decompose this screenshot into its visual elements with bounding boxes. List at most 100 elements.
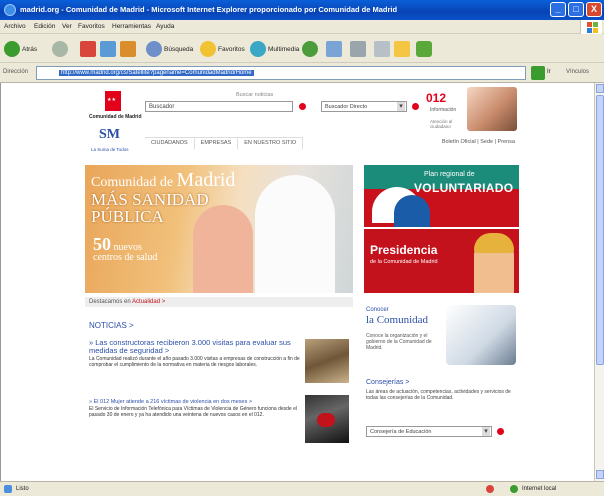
back-button[interactable]: Atrás <box>4 39 37 59</box>
conocer-box: Conocer la Comunidad Conoce la organizac… <box>364 299 519 449</box>
search-go-icon[interactable] <box>299 103 306 110</box>
zone-text: Internet local <box>522 486 557 492</box>
mail-button[interactable] <box>326 39 344 59</box>
scroll-down-icon[interactable] <box>596 470 604 479</box>
address-input[interactable]: http://www.madrid.org/cs/Satellite?pagen… <box>36 66 526 80</box>
security-icon <box>486 485 494 493</box>
star-icon <box>200 41 216 57</box>
top-links[interactable]: Boletín Oficial | Sede | Prensa <box>442 139 515 145</box>
directory-go-icon[interactable] <box>412 103 419 110</box>
back-arrow-icon <box>4 41 20 57</box>
news-body: El Servicio de Información Telefónica pa… <box>89 406 297 418</box>
site-header: Comunidad de Madrid SM La Suma de Todos … <box>81 83 521 163</box>
madrid-flag-icon <box>105 91 121 111</box>
la-suma-logo[interactable]: SM La Suma de Todos <box>91 127 131 155</box>
forward-button[interactable] <box>52 39 70 59</box>
multimedia-button[interactable]: Multimedia <box>250 39 299 59</box>
menu-help[interactable]: Ayuda <box>156 23 174 30</box>
actualidad-link[interactable]: Actualidad > <box>132 299 165 305</box>
folder-icon <box>394 41 410 57</box>
home-button[interactable] <box>120 39 138 59</box>
tab-nuestro-sitio[interactable]: EN NUESTRO SITIO <box>238 138 304 149</box>
history-button[interactable] <box>302 39 320 59</box>
news-body: La Comunidad realizó durante el año pasa… <box>89 356 300 368</box>
favorites-button[interactable]: Favoritos <box>200 39 245 59</box>
search-input[interactable]: Buscador <box>145 101 293 112</box>
destacamos-bar: Destacamos en Actualidad > <box>85 297 353 307</box>
status-text: Listo <box>16 486 29 492</box>
menu-bar: Archivo Edición Ver Favoritos Herramient… <box>0 20 604 34</box>
consejeria-select[interactable]: Consejería de Educación <box>366 426 492 437</box>
tab-empresas[interactable]: EMPRESAS <box>195 138 239 149</box>
scroll-thumb[interactable] <box>596 95 604 365</box>
address-url: http://www.madrid.org/cs/Satellite?pagen… <box>59 70 254 76</box>
hero-headline: MÁS SANIDAD PÚBLICA <box>91 190 209 226</box>
internet-zone-icon <box>510 485 518 493</box>
address-label: Dirección <box>3 69 29 75</box>
menu-favorites[interactable]: Favoritos <box>78 23 105 30</box>
edit-button[interactable] <box>374 39 392 59</box>
directory-select[interactable]: Buscador Directo <box>321 101 407 112</box>
maximize-button[interactable]: □ <box>568 2 584 17</box>
news-item: » Las constructoras recibieron 3.000 vis… <box>89 339 301 369</box>
conocer-title[interactable]: la Comunidad <box>366 314 428 326</box>
messenger-icon <box>416 41 432 57</box>
web-page: Comunidad de Madrid SM La Suma de Todos … <box>81 83 521 481</box>
phone-012[interactable]: 012 <box>426 91 446 105</box>
laptop-person-photo <box>446 305 516 365</box>
news-item: » El 012 Mujer atiende a 216 víctimas de… <box>89 399 301 418</box>
vertical-scrollbar[interactable] <box>594 83 604 481</box>
print-icon <box>350 41 366 57</box>
noticias-heading[interactable]: NOTICIAS > <box>89 321 134 330</box>
ie-icon <box>4 4 16 16</box>
sanidad-banner[interactable]: Comunidad de Madrid MÁS SANIDAD PÚBLICA … <box>85 165 353 293</box>
window-titlebar[interactable]: madrid.org - Comunidad de Madrid - Micro… <box>0 0 604 20</box>
history-icon <box>302 41 318 57</box>
folder-button[interactable] <box>394 39 412 59</box>
scroll-up-icon[interactable] <box>596 84 604 93</box>
forward-arrow-icon <box>52 41 68 57</box>
close-button[interactable]: X <box>586 2 602 17</box>
news-headline[interactable]: » El 012 Mujer atiende a 216 víctimas de… <box>89 399 301 405</box>
family-photo <box>467 87 517 131</box>
menu-file[interactable]: Archivo <box>4 23 26 30</box>
mail-icon <box>326 41 342 57</box>
consejeria-go-icon[interactable] <box>497 428 504 435</box>
tab-ciudadanos[interactable]: CIUDADANOS <box>145 138 195 149</box>
doctor-figure <box>255 175 335 293</box>
phone-012-label: Información <box>430 107 457 113</box>
stop-button[interactable] <box>80 39 98 59</box>
go-button[interactable]: Ir <box>547 69 551 75</box>
menu-edit[interactable]: Edición <box>34 23 55 30</box>
print-button[interactable] <box>350 39 368 59</box>
minimize-button[interactable]: _ <box>550 2 566 17</box>
media-icon <box>250 41 266 57</box>
edit-icon <box>374 41 390 57</box>
consejerias-link[interactable]: Consejerías > <box>366 379 409 386</box>
search-label: Buscar noticias <box>236 92 274 98</box>
browser-viewport: Comunidad de Madrid SM La Suma de Todos … <box>0 83 594 481</box>
comunidad-madrid-logo[interactable]: Comunidad de Madrid <box>89 91 142 125</box>
status-bar: Listo Internet local <box>0 481 604 496</box>
home-icon <box>120 41 136 57</box>
menu-view[interactable]: Ver <box>62 23 72 30</box>
news-headline[interactable]: » Las constructoras recibieron 3.000 vis… <box>89 339 301 355</box>
window-title: madrid.org - Comunidad de Madrid - Micro… <box>20 5 398 14</box>
refresh-button[interactable] <box>100 39 118 59</box>
toolbar: Atrás Búsqueda Favoritos Multimedia <box>0 35 604 63</box>
phone-012-desc: Atención al ciudadano <box>430 119 453 129</box>
windows-logo-icon <box>580 20 602 34</box>
presidencia-banner[interactable]: Presidencia de la Comunidad de Madrid <box>364 229 519 293</box>
messenger-button[interactable] <box>416 39 434 59</box>
page-icon <box>4 485 12 493</box>
go-arrow-icon[interactable] <box>531 66 545 80</box>
voluntariado-banner[interactable]: Plan regional de VOLUNTARIADO <box>364 165 519 227</box>
links-button[interactable]: Vínculos <box>566 69 589 75</box>
refresh-icon <box>100 41 116 57</box>
address-bar: Dirección http://www.madrid.org/cs/Satel… <box>0 63 604 83</box>
stop-icon <box>80 41 96 57</box>
search-icon <box>146 41 162 57</box>
news-photo-construction <box>305 339 349 383</box>
menu-tools[interactable]: Herramientas <box>112 23 151 30</box>
search-button[interactable]: Búsqueda <box>146 39 193 59</box>
